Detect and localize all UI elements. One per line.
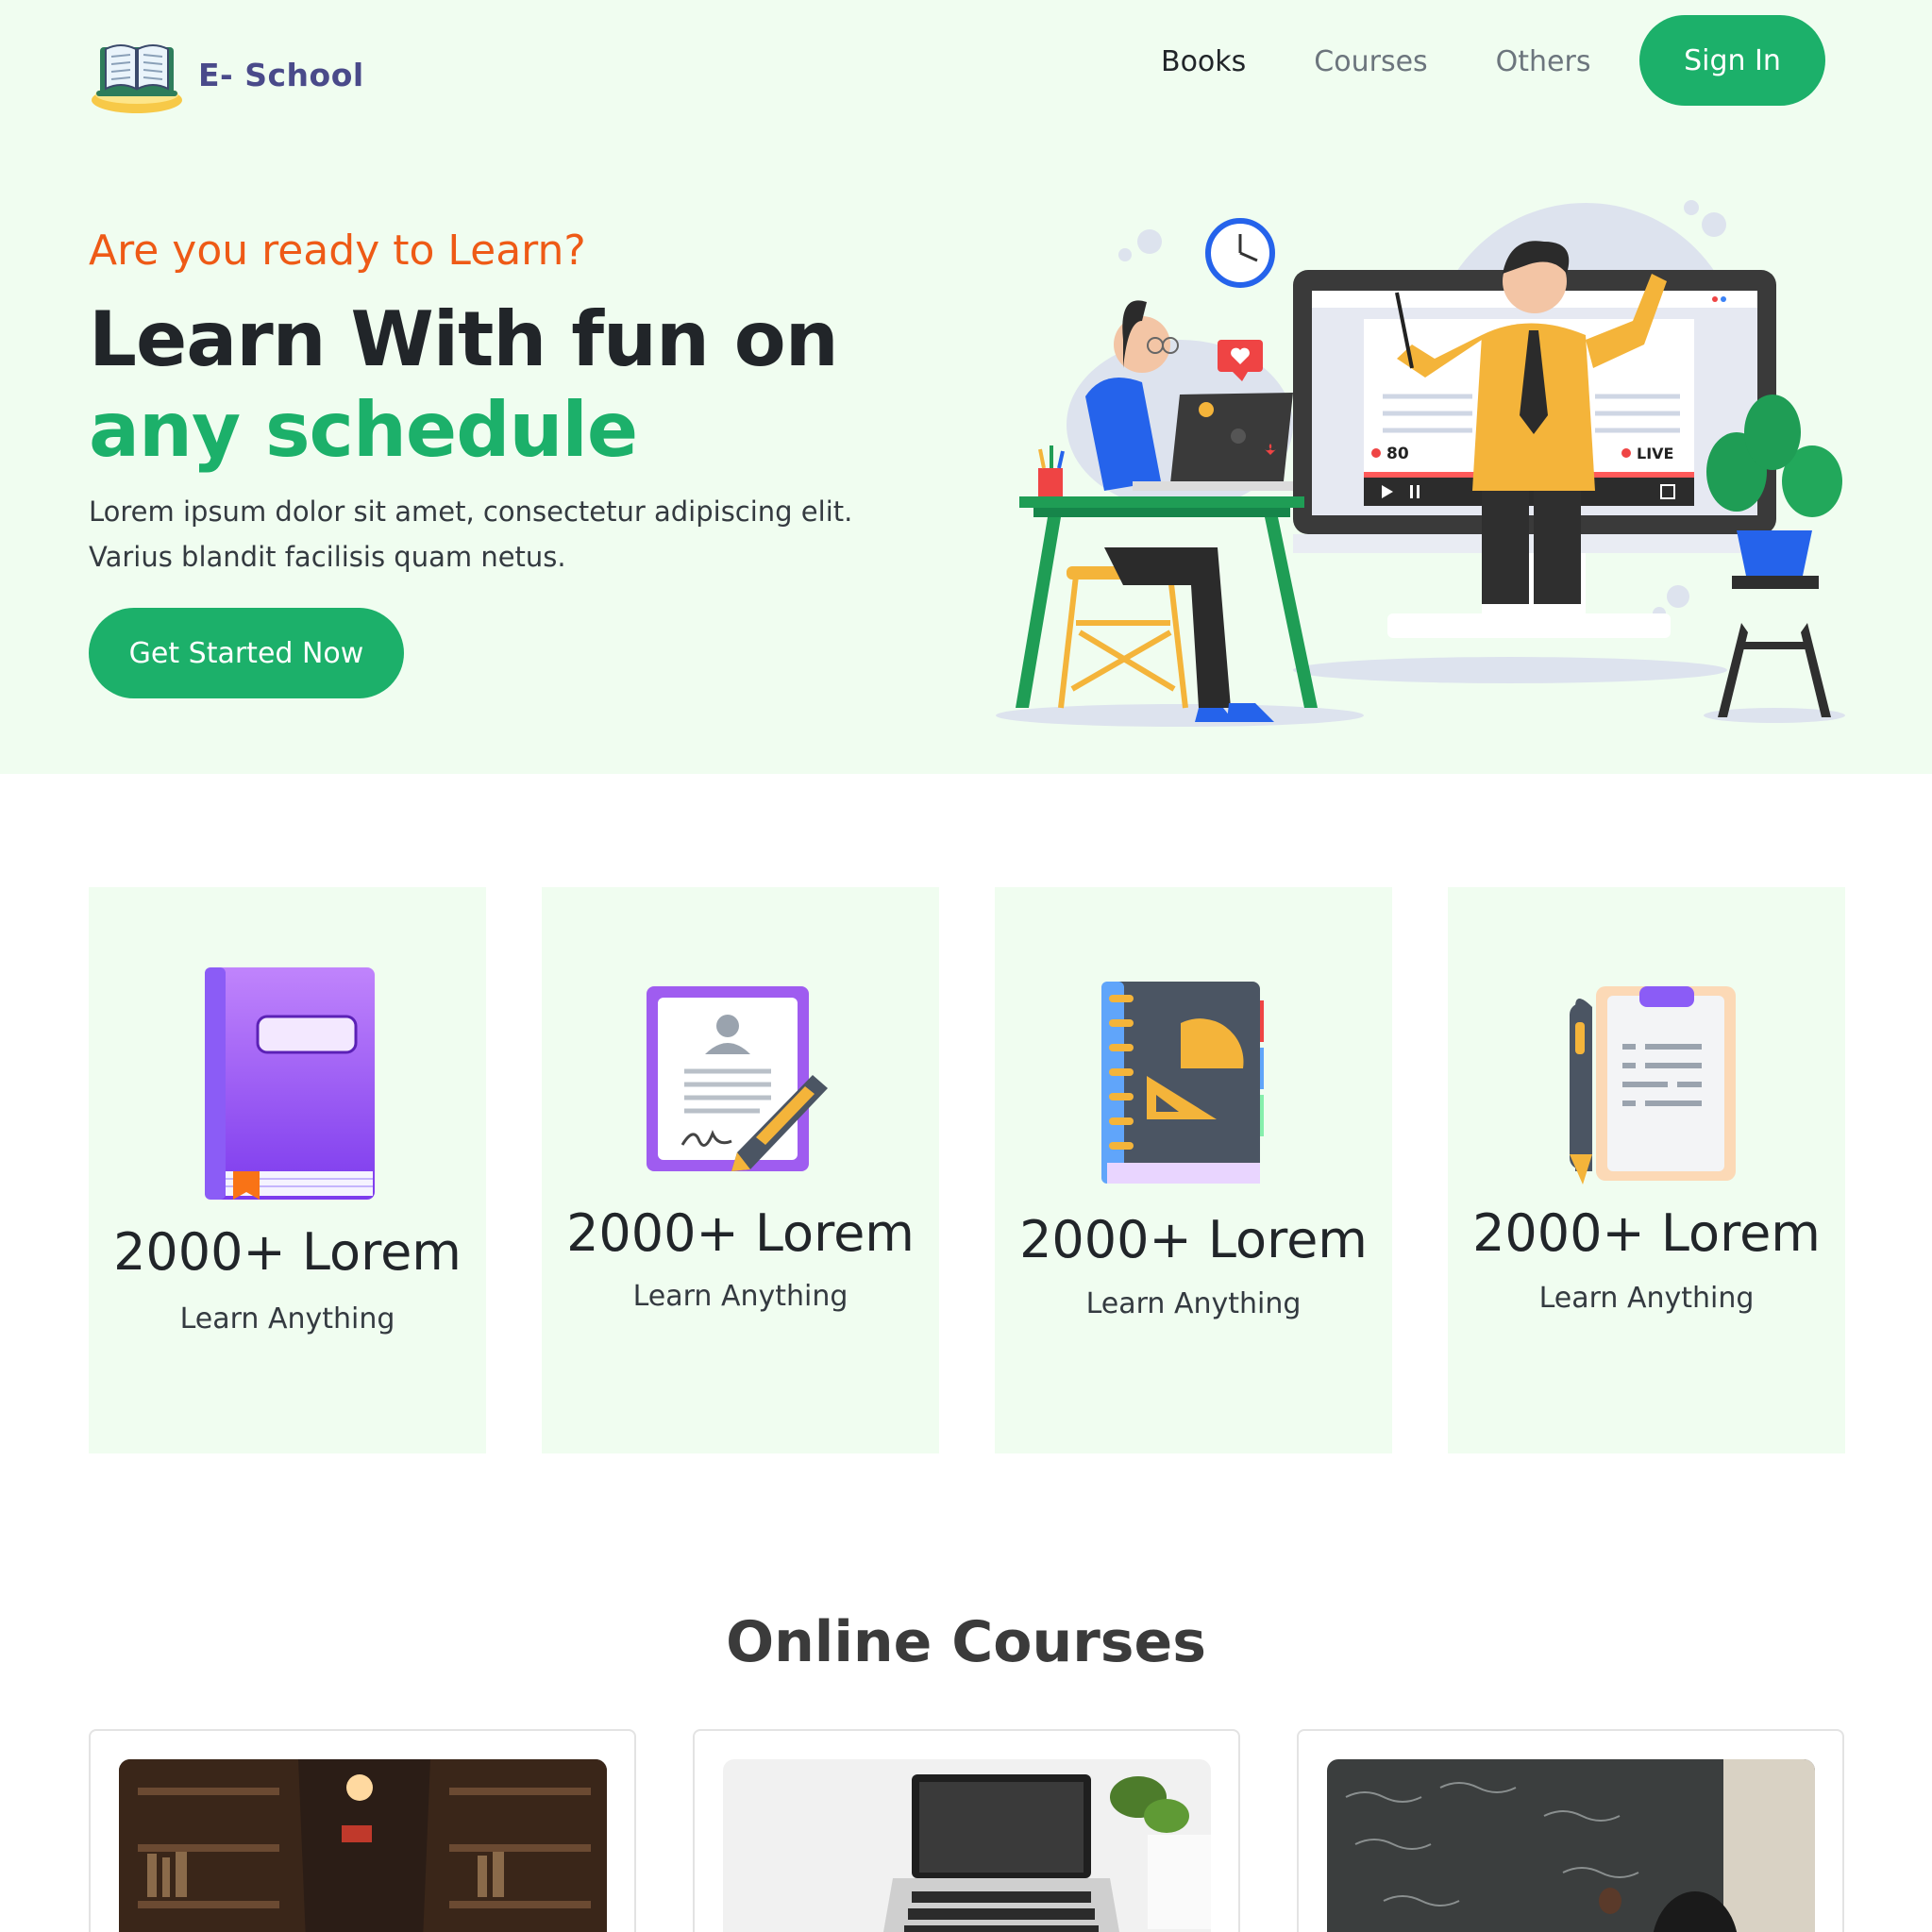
nav-item-others[interactable]: Others bbox=[1496, 45, 1591, 78]
online-class-illustration: 80 LIVE bbox=[996, 200, 1845, 727]
section-title-online-courses: Online Courses bbox=[726, 1609, 1206, 1675]
feature-subtitle: Learn Anything bbox=[632, 1280, 848, 1313]
open-book-logo-icon bbox=[92, 44, 182, 113]
feature-title: 2000+ Lorem bbox=[566, 1203, 915, 1263]
viewer-count: 80 bbox=[1386, 445, 1409, 463]
feature-card: 2000+ Lorem Learn Anything bbox=[542, 887, 939, 1453]
hero-title: Learn With fun on any schedule bbox=[89, 294, 995, 476]
laptop-desk-photo bbox=[723, 1759, 1211, 1932]
hero-title-highlight: any schedule bbox=[89, 386, 638, 474]
feature-title: 2000+ Lorem bbox=[1472, 1203, 1821, 1263]
clock-icon bbox=[1205, 218, 1275, 288]
notebook-ruler-icon bbox=[1100, 982, 1264, 1184]
course-card[interactable] bbox=[693, 1729, 1240, 1932]
feature-subtitle: Learn Anything bbox=[179, 1302, 395, 1336]
feature-card: 2000+ Lorem Learn Anything bbox=[995, 887, 1392, 1453]
feature-subtitle: Learn Anything bbox=[1538, 1282, 1755, 1315]
live-label: LIVE bbox=[1637, 445, 1673, 462]
book-icon bbox=[204, 967, 375, 1200]
library-photo bbox=[119, 1759, 607, 1932]
get-started-button[interactable]: Get Started Now bbox=[89, 608, 404, 698]
nav-item-books[interactable]: Books bbox=[1161, 45, 1246, 78]
brand-logo[interactable]: E- School bbox=[89, 34, 364, 115]
course-card[interactable] bbox=[89, 1729, 636, 1932]
feature-card: 2000+ Lorem Learn Anything bbox=[89, 887, 486, 1453]
sign-in-button[interactable]: Sign In bbox=[1639, 15, 1825, 106]
certificate-icon bbox=[646, 986, 828, 1171]
hero-section: E- School Books Courses Others Sign In A… bbox=[0, 0, 1932, 774]
nav-item-courses[interactable]: Courses bbox=[1314, 45, 1427, 78]
chair bbox=[1058, 575, 1188, 709]
feature-subtitle: Learn Anything bbox=[1085, 1287, 1302, 1320]
hero-title-text: Learn With fun on bbox=[89, 295, 839, 383]
hero-description: Lorem ipsum dolor sit amet, consectetur … bbox=[89, 496, 853, 573]
desk bbox=[1016, 496, 1318, 708]
hero-eyebrow: Are you ready to Learn? bbox=[89, 227, 586, 275]
main-nav: Books Courses Others bbox=[1161, 34, 1658, 89]
chalkboard-photo bbox=[1327, 1759, 1815, 1932]
clipboard-pen-icon bbox=[1569, 986, 1736, 1184]
course-card[interactable] bbox=[1297, 1729, 1844, 1932]
feature-title: 2000+ Lorem bbox=[1019, 1210, 1368, 1269]
feature-card: 2000+ Lorem Learn Anything bbox=[1448, 887, 1845, 1453]
pencil-cup bbox=[1038, 445, 1065, 496]
feature-title: 2000+ Lorem bbox=[113, 1222, 462, 1282]
plant-stool bbox=[1706, 395, 1842, 717]
brand-name: E- School bbox=[198, 56, 364, 93]
